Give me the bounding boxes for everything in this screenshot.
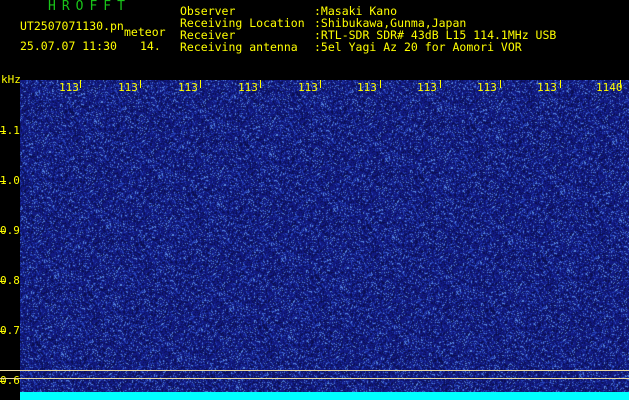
x-tick-mark bbox=[140, 80, 141, 88]
y-axis-unit: kHz bbox=[1, 73, 21, 86]
x-tick-mark bbox=[620, 80, 621, 88]
x-tick-label: 113 bbox=[417, 81, 437, 94]
x-tick-label: 1140 bbox=[596, 81, 623, 94]
x-tick-mark bbox=[380, 80, 381, 88]
y-tick-mark bbox=[0, 231, 6, 232]
x-tick-mark bbox=[440, 80, 441, 88]
y-tick-mark bbox=[0, 331, 6, 332]
y-tick-mark bbox=[0, 281, 6, 282]
x-tick-mark bbox=[80, 80, 81, 88]
x-tick-mark bbox=[500, 80, 501, 88]
y-tick-mark bbox=[0, 131, 6, 132]
x-tick-label: 113 bbox=[118, 81, 138, 94]
meta-label: Receiving antenna bbox=[180, 40, 298, 54]
x-tick-label: 113 bbox=[477, 81, 497, 94]
file-name: UT2507071130.pn bbox=[20, 19, 124, 33]
date-time: 25.07.07 11:30 bbox=[20, 39, 117, 53]
x-tick-mark bbox=[560, 80, 561, 88]
x-tick-mark bbox=[260, 80, 261, 88]
event-count: 14. bbox=[140, 39, 161, 53]
meta-value: :5el Yagi Az 20 for Aomori VOR bbox=[314, 40, 522, 54]
y-tick-mark bbox=[0, 181, 6, 182]
x-tick-label: 113 bbox=[178, 81, 198, 94]
waterfall-spectrogram bbox=[0, 80, 629, 400]
x-tick-mark bbox=[320, 80, 321, 88]
mode-label: meteor bbox=[124, 25, 166, 39]
app-brand: HROFFT bbox=[48, 0, 131, 14]
x-tick-label: 113 bbox=[238, 81, 258, 94]
reference-line bbox=[0, 378, 629, 379]
y-tick-mark bbox=[0, 381, 6, 382]
x-tick-label: 113 bbox=[59, 81, 79, 94]
x-tick-label: 113 bbox=[357, 81, 377, 94]
x-tick-label: 113 bbox=[298, 81, 318, 94]
header-panel: HROFFT UT2507071130.pn meteor 25.07.07 1… bbox=[0, 0, 629, 80]
noise-floor-band bbox=[20, 392, 629, 400]
reference-line bbox=[0, 370, 629, 371]
x-tick-label: 113 bbox=[537, 81, 557, 94]
x-tick-mark bbox=[200, 80, 201, 88]
